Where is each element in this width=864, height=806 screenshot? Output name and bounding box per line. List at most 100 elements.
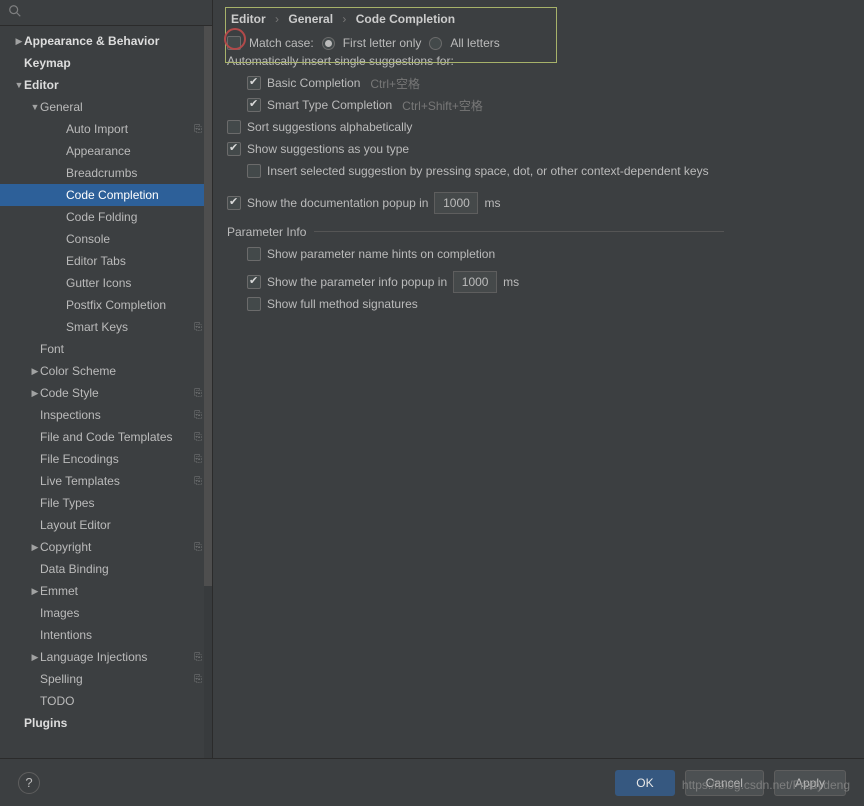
project-badge-icon: ⎘ xyxy=(194,432,202,443)
tree-item-data-binding[interactable]: Data Binding xyxy=(0,558,212,580)
tree-item-auto-import[interactable]: Auto Import⎘ xyxy=(0,118,212,140)
tree-item-plugins[interactable]: Plugins xyxy=(0,712,212,734)
tree-item-label: Language Injections xyxy=(40,650,194,664)
tree-item-label: Layout Editor xyxy=(40,518,202,532)
doc-popup-label1[interactable]: Show the documentation popup in xyxy=(247,196,428,210)
sort-alpha-label[interactable]: Sort suggestions alphabetically xyxy=(247,120,412,134)
search-icon xyxy=(8,4,22,21)
smart-completion-hint: Ctrl+Shift+空格 xyxy=(402,97,483,114)
smart-completion-checkbox[interactable] xyxy=(247,98,261,112)
tree-item-copyright[interactable]: ▶Copyright⎘ xyxy=(0,536,212,558)
smart-completion-label[interactable]: Smart Type Completion xyxy=(267,98,392,112)
param-popup-input[interactable] xyxy=(453,271,497,293)
tree-item-code-completion[interactable]: Code Completion xyxy=(0,184,212,206)
doc-popup-input[interactable] xyxy=(434,192,478,214)
tree-item-gutter-icons[interactable]: Gutter Icons xyxy=(0,272,212,294)
name-hints-checkbox[interactable] xyxy=(247,247,261,261)
expand-arrow-icon[interactable]: ▶ xyxy=(14,36,24,47)
match-first-label[interactable]: First letter only xyxy=(343,36,422,50)
project-badge-icon: ⎘ xyxy=(194,542,202,553)
basic-completion-checkbox[interactable] xyxy=(247,76,261,90)
tree-item-postfix-completion[interactable]: Postfix Completion xyxy=(0,294,212,316)
tree-item-code-folding[interactable]: Code Folding xyxy=(0,206,212,228)
project-badge-icon: ⎘ xyxy=(194,652,202,663)
show-type-label[interactable]: Show suggestions as you type xyxy=(247,142,409,156)
scrollbar-thumb[interactable] xyxy=(204,26,212,586)
project-badge-icon: ⎘ xyxy=(194,476,202,487)
tree-item-appearance[interactable]: Appearance xyxy=(0,140,212,162)
tree-item-spelling[interactable]: Spelling⎘ xyxy=(0,668,212,690)
param-popup-label1[interactable]: Show the parameter info popup in xyxy=(267,275,447,289)
sort-alpha-checkbox[interactable] xyxy=(227,120,241,134)
tree-item-label: Editor xyxy=(24,78,202,92)
match-all-label[interactable]: All letters xyxy=(450,36,499,50)
expand-arrow-icon[interactable]: ▶ xyxy=(30,586,40,597)
insert-selected-checkbox[interactable] xyxy=(247,164,261,178)
tree-item-live-templates[interactable]: Live Templates⎘ xyxy=(0,470,212,492)
name-hints-label[interactable]: Show parameter name hints on completion xyxy=(267,247,495,261)
expand-arrow-icon[interactable]: ▶ xyxy=(30,366,40,377)
tree-item-appearance-behavior[interactable]: ▶Appearance & Behavior xyxy=(0,30,212,52)
crumb-1[interactable]: General xyxy=(288,12,333,26)
tree-item-language-injections[interactable]: ▶Language Injections⎘ xyxy=(0,646,212,668)
tree-item-label: Emmet xyxy=(40,584,202,598)
full-sig-label[interactable]: Show full method signatures xyxy=(267,297,418,311)
tree-item-editor[interactable]: ▼Editor xyxy=(0,74,212,96)
tree-item-inspections[interactable]: Inspections⎘ xyxy=(0,404,212,426)
tree-item-general[interactable]: ▼General xyxy=(0,96,212,118)
match-all-radio[interactable] xyxy=(429,37,442,50)
settings-tree[interactable]: ▶Appearance & BehaviorKeymap▼Editor▼Gene… xyxy=(0,26,212,806)
doc-popup-label2: ms xyxy=(484,196,500,210)
basic-completion-hint: Ctrl+空格 xyxy=(370,75,420,92)
tree-item-label: File Encodings xyxy=(40,452,194,466)
match-case-checkbox[interactable] xyxy=(227,36,241,50)
tree-scrollbar[interactable] xyxy=(204,26,212,806)
watermark: https://blog.csdn.net/Fredydeng xyxy=(682,778,850,792)
tree-item-color-scheme[interactable]: ▶Color Scheme xyxy=(0,360,212,382)
project-badge-icon: ⎘ xyxy=(194,410,202,421)
expand-arrow-icon[interactable]: ▼ xyxy=(30,102,40,112)
tree-item-keymap[interactable]: Keymap xyxy=(0,52,212,74)
crumb-2[interactable]: Code Completion xyxy=(356,12,455,26)
tree-item-label: Data Binding xyxy=(40,562,202,576)
tree-item-layout-editor[interactable]: Layout Editor xyxy=(0,514,212,536)
tree-item-todo[interactable]: TODO xyxy=(0,690,212,712)
project-badge-icon: ⎘ xyxy=(194,674,202,685)
expand-arrow-icon[interactable]: ▶ xyxy=(30,388,40,399)
match-case-label[interactable]: Match case: xyxy=(249,36,314,50)
tree-item-label: Spelling xyxy=(40,672,194,686)
tree-item-code-style[interactable]: ▶Code Style⎘ xyxy=(0,382,212,404)
expand-arrow-icon[interactable]: ▶ xyxy=(30,542,40,553)
tree-item-label: Console xyxy=(66,232,202,246)
project-badge-icon: ⎘ xyxy=(194,454,202,465)
tree-item-file-types[interactable]: File Types xyxy=(0,492,212,514)
show-type-checkbox[interactable] xyxy=(227,142,241,156)
full-sig-checkbox[interactable] xyxy=(247,297,261,311)
param-popup-checkbox[interactable] xyxy=(247,275,261,289)
search-input[interactable] xyxy=(28,6,204,20)
tree-item-smart-keys[interactable]: Smart Keys⎘ xyxy=(0,316,212,338)
tree-item-font[interactable]: Font xyxy=(0,338,212,360)
project-badge-icon: ⎘ xyxy=(194,322,202,333)
insert-selected-label[interactable]: Insert selected suggestion by pressing s… xyxy=(267,164,709,178)
crumb-0[interactable]: Editor xyxy=(231,12,266,26)
tree-item-images[interactable]: Images xyxy=(0,602,212,624)
tree-item-breadcrumbs[interactable]: Breadcrumbs xyxy=(0,162,212,184)
expand-arrow-icon[interactable]: ▶ xyxy=(30,652,40,663)
ok-button[interactable]: OK xyxy=(615,770,674,796)
tree-item-label: Copyright xyxy=(40,540,194,554)
tree-item-label: Plugins xyxy=(24,716,202,730)
tree-item-label: Gutter Icons xyxy=(66,276,202,290)
match-first-radio[interactable] xyxy=(322,37,335,50)
tree-item-file-and-code-templates[interactable]: File and Code Templates⎘ xyxy=(0,426,212,448)
expand-arrow-icon[interactable]: ▼ xyxy=(14,80,24,90)
tree-item-intentions[interactable]: Intentions xyxy=(0,624,212,646)
breadcrumb-sep: › xyxy=(342,12,346,26)
doc-popup-checkbox[interactable] xyxy=(227,196,241,210)
help-button[interactable]: ? xyxy=(18,772,40,794)
tree-item-editor-tabs[interactable]: Editor Tabs xyxy=(0,250,212,272)
tree-item-emmet[interactable]: ▶Emmet xyxy=(0,580,212,602)
tree-item-console[interactable]: Console xyxy=(0,228,212,250)
tree-item-file-encodings[interactable]: File Encodings⎘ xyxy=(0,448,212,470)
basic-completion-label[interactable]: Basic Completion xyxy=(267,76,360,90)
